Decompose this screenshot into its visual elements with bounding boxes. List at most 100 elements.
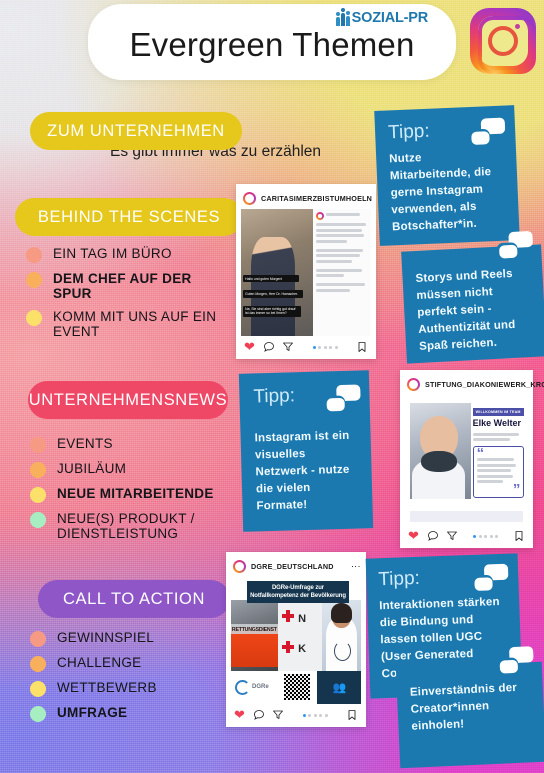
list-item-label: WETTBEWERB: [57, 680, 157, 695]
post-banner: DGRe-Umfrage zur Notfallkompetenz der Be…: [246, 580, 350, 603]
list-item[interactable]: JUBILÄUM: [30, 461, 227, 478]
instagram-post-card[interactable]: CARITASIMERZBISTUMHOELN Hallo und guten …: [236, 184, 376, 359]
carousel-pager: [301, 345, 349, 349]
share-icon[interactable]: [446, 530, 458, 542]
list-item[interactable]: WETTBEWERB: [30, 680, 157, 697]
bullet-list-unternehmensnews: EVENTS JUBILÄUM NEUE MITARBEITENDE NEUE(…: [30, 436, 227, 549]
list-item-label: DEM CHEF AUF DER SPUR: [53, 271, 192, 301]
bullet-list-behind-the-scenes: EIN TAG IM BÜRO DEM CHEF AUF DER SPUR KO…: [26, 246, 223, 347]
post-person-name: Elke Welter: [472, 418, 522, 428]
list-item-label: NEUE(S) PRODUKT / DIENSTLEISTUNG: [57, 511, 195, 541]
bullet-dot-icon: [26, 310, 42, 326]
speech-bubble-icon: [326, 384, 361, 412]
post-username: STIFTUNG_DIAKONIEWERK_KROPP: [425, 380, 544, 389]
people-graphic-icon: 👥: [316, 670, 361, 704]
post-username: DGRE_DEUTSCHLAND: [251, 562, 334, 571]
dgre-logo-icon: [235, 679, 250, 695]
more-options-icon[interactable]: ⋮: [351, 562, 361, 571]
caption-overlay: Na, Sie sind aber richtig gut drauf ist …: [243, 305, 302, 318]
list-item[interactable]: NEUE(S) PRODUKT / DIENSTLEISTUNG: [30, 511, 227, 541]
post-header: CARITASIMERZBISTUMHOELN: [241, 189, 373, 209]
post-header: DGRE_DEUTSCHLAND ⋮: [231, 557, 361, 577]
post-actions: ❤: [405, 525, 528, 548]
list-item[interactable]: EIN TAG IM BÜRO: [26, 246, 223, 263]
caption-overlay: Guten Morgen, Herr Dr. Hamacher.: [243, 290, 303, 298]
heart-icon[interactable]: ❤: [408, 529, 420, 542]
share-icon[interactable]: [282, 341, 294, 353]
tip-card-1: Tipp: Nutze Mitarbeitende, die gerne Ins…: [374, 105, 520, 246]
list-item-label: CHALLENGE: [57, 655, 142, 670]
list-item[interactable]: NEUE MITARBEITENDE: [30, 486, 227, 503]
list-item[interactable]: CHALLENGE: [30, 655, 157, 672]
infographic-poster: Tipp: Nutze Mitarbeitende, die gerne Ins…: [0, 0, 544, 773]
comment-icon[interactable]: [253, 709, 265, 721]
list-item[interactable]: EVENTS: [30, 436, 227, 453]
list-item-label: EIN TAG IM BÜRO: [53, 246, 172, 261]
bullet-dot-icon: [26, 247, 42, 263]
speech-bubble-icon: [499, 646, 534, 674]
speech-bubble-icon: [474, 563, 509, 591]
speech-bubble-icon: [471, 117, 506, 145]
section-pill-zum-unternehmen[interactable]: ZUM UNTERNEHMEN: [30, 112, 242, 150]
list-item-label: KOMM MIT UNS AUF EIN EVENT: [53, 309, 217, 339]
share-icon[interactable]: [272, 709, 284, 721]
pill-label: CALL TO ACTION: [63, 589, 205, 608]
bullet-dot-icon: [30, 512, 46, 528]
instagram-post-card[interactable]: STIFTUNG_DIAKONIEWERK_KROPP ⋮ WILLKOMMEN…: [400, 370, 544, 548]
bullet-dot-icon: [30, 656, 46, 672]
carousel-pager: [465, 534, 506, 538]
bookmark-icon[interactable]: [513, 530, 525, 542]
pill-label: UNTERNEHMENSNEWS: [28, 390, 228, 409]
bullet-dot-icon: [30, 487, 46, 503]
heart-icon[interactable]: ❤: [234, 708, 246, 721]
bookmark-icon[interactable]: [346, 709, 358, 721]
tip-card-2: Storys und Reels müssen nicht perfekt se…: [401, 230, 544, 364]
qr-code-icon: [284, 674, 311, 701]
post-header: STIFTUNG_DIAKONIEWERK_KROPP ⋮: [405, 375, 544, 395]
list-item[interactable]: UMFRAGE: [30, 705, 157, 722]
list-item[interactable]: DEM CHEF AUF DER SPUR: [26, 271, 223, 301]
list-item-label: UMFRAGE: [57, 705, 128, 720]
post-media: DGRe-Umfrage zur Notfallkompetenz der Be…: [231, 577, 361, 704]
bullet-dot-icon: [30, 631, 46, 647]
tip-body: Nutze Mitarbeitende, die gerne Instagram…: [389, 152, 492, 234]
brand-name: SOZIAL-PR: [351, 10, 429, 26]
list-item[interactable]: GEWINNSPIEL: [30, 630, 157, 647]
header-card: SOZIAL-PR Evergreen Themen: [88, 4, 456, 80]
bullet-dot-icon: [30, 681, 46, 697]
carousel-pager: [291, 713, 339, 717]
section-pill-call-to-action[interactable]: CALL TO ACTION: [38, 580, 230, 618]
speech-bubble-icon: [498, 230, 534, 259]
list-item-label: NEUE MITARBEITENDE: [57, 486, 214, 501]
post-media: WILLKOMMEN IM TEAM Elke Welter “ ”: [405, 395, 528, 525]
vest-label: RETTUNGSDIENST: [231, 626, 277, 633]
list-item-label: JUBILÄUM: [57, 461, 127, 476]
section-pill-unternehmensnews[interactable]: UNTERNEHMENSNEWS: [28, 381, 228, 419]
brand-logo: SOZIAL-PR: [335, 10, 429, 26]
post-username: CARITASIMERZBISTUMHOELN: [261, 194, 373, 203]
bullet-dot-icon: [30, 706, 46, 722]
tip-card-3: Tipp: Instagram ist ein visuelles Netzwe…: [238, 370, 374, 532]
list-item-label: GEWINNSPIEL: [57, 630, 155, 645]
tip-body: Instagram ist ein visuelles Netzwerk - n…: [254, 429, 350, 513]
instagram-post-card[interactable]: DGRE_DEUTSCHLAND ⋮ DGRe-Umfrage zur Notf…: [226, 552, 366, 727]
post-actions: ❤: [231, 704, 361, 727]
tip-body: Storys und Reels müssen nicht perfekt se…: [415, 267, 516, 353]
bookmark-icon[interactable]: [356, 341, 368, 353]
comment-icon[interactable]: [263, 341, 275, 353]
section-pill-behind-the-scenes[interactable]: BEHIND THE SCENES: [15, 198, 243, 236]
pill-label: BEHIND THE SCENES: [37, 207, 221, 226]
bullet-list-call-to-action: GEWINNSPIEL CHALLENGE WETTBEWERB UMFRAGE: [30, 630, 157, 730]
people-group-icon: [335, 11, 350, 26]
tip-body: Einverständnis der Creator*innen einhole…: [409, 681, 518, 733]
list-item[interactable]: KOMM MIT UNS AUF EIN EVENT: [26, 309, 223, 339]
instagram-logo-icon[interactable]: [470, 8, 536, 74]
heart-icon[interactable]: ❤: [244, 340, 256, 353]
bullet-dot-icon: [30, 437, 46, 453]
avatar: [233, 560, 246, 573]
dgre-logo-text: DGRe: [252, 684, 269, 691]
avatar: [243, 192, 256, 205]
post-badge: WILLKOMMEN IM TEAM: [472, 408, 525, 416]
post-actions: ❤: [241, 336, 371, 359]
comment-icon[interactable]: [427, 530, 439, 542]
